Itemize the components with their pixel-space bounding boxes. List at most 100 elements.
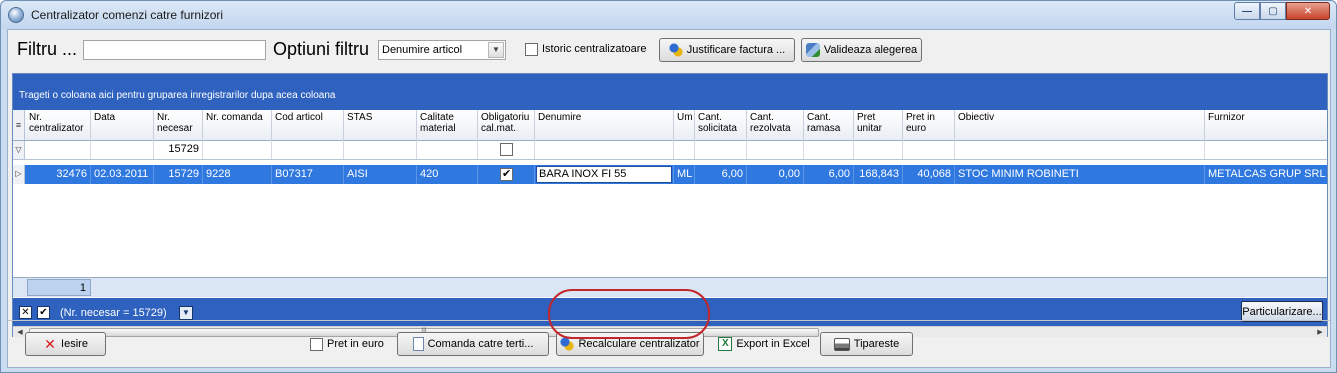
app-icon bbox=[8, 7, 24, 23]
print-label: Tipareste bbox=[853, 338, 900, 350]
filter-cell[interactable] bbox=[535, 141, 674, 159]
filter-cell[interactable] bbox=[1205, 141, 1327, 159]
filter-row-icon: ▽ bbox=[13, 141, 25, 159]
cell-stas[interactable]: AISI bbox=[344, 165, 417, 184]
history-label: Istoric centralizatoare bbox=[542, 43, 647, 55]
filter-cell[interactable] bbox=[203, 141, 272, 159]
cell-cant-ramasa[interactable]: 6,00 bbox=[804, 165, 854, 184]
cell-pret-euro[interactable]: 40,068 bbox=[903, 165, 955, 184]
cell-nr-necesar[interactable]: 15729 bbox=[154, 165, 203, 184]
export-excel-label: Export in Excel bbox=[736, 338, 810, 350]
col-pret-unitar[interactable]: Pret unitar bbox=[854, 110, 903, 141]
col-cant-solicitata[interactable]: Cant. solicitata bbox=[695, 110, 747, 141]
record-count: 1 bbox=[27, 279, 91, 296]
col-cant-ramasa[interactable]: Cant. ramasa bbox=[804, 110, 854, 141]
group-hint-text: Trageti o coloana aici pentru gruparea i… bbox=[19, 90, 336, 101]
filter-cell[interactable] bbox=[344, 141, 417, 159]
filter-cell[interactable] bbox=[747, 141, 804, 159]
cell-nr-centralizator[interactable]: 32476 bbox=[26, 165, 91, 184]
col-denumire[interactable]: Denumire bbox=[535, 110, 674, 141]
cell-obligatoriu[interactable] bbox=[478, 165, 535, 184]
cell-denumire[interactable]: BARA INOX FI 55 bbox=[535, 165, 674, 184]
euro-price-label: Pret in euro bbox=[327, 338, 384, 350]
exit-button[interactable]: ✕ Iesire bbox=[25, 332, 106, 356]
cell-cod-articol[interactable]: B07317 bbox=[272, 165, 344, 184]
col-nr-necesar[interactable]: Nr. necesar bbox=[154, 110, 203, 141]
close-button[interactable]: ✕ bbox=[1286, 2, 1330, 20]
cell-cant-solicitata[interactable]: 6,00 bbox=[695, 165, 747, 184]
validate-selection-button[interactable]: Valideaza alegerea bbox=[801, 38, 922, 62]
minimize-button[interactable]: — bbox=[1234, 2, 1260, 20]
active-filter-text[interactable]: (Nr. necesar = 15729) bbox=[60, 307, 167, 319]
col-obligatoriu[interactable]: Obligatoriu cal.mat. bbox=[478, 110, 535, 141]
export-excel-button[interactable]: X Export in Excel bbox=[714, 332, 814, 356]
col-cant-rezolvata[interactable]: Cant. rezolvata bbox=[747, 110, 804, 141]
cell-furnizor[interactable]: METALCAS GRUP SRL bbox=[1205, 165, 1327, 184]
cell-calitate-material[interactable]: 420 bbox=[417, 165, 478, 184]
filter-cell[interactable] bbox=[854, 141, 903, 159]
col-nr-centralizator[interactable]: Nr. centralizator bbox=[26, 110, 91, 141]
filter-cell[interactable] bbox=[674, 141, 695, 159]
filter-checkbox[interactable] bbox=[500, 143, 513, 156]
maximize-button[interactable]: ▢ bbox=[1260, 2, 1286, 20]
column-chooser-icon[interactable]: ≡ bbox=[13, 110, 25, 140]
cell-pret-unitar[interactable]: 168,843 bbox=[854, 165, 903, 184]
col-nr-comanda[interactable]: Nr. comanda bbox=[203, 110, 272, 141]
col-pret-euro[interactable]: Pret in euro bbox=[903, 110, 955, 141]
document-icon bbox=[412, 337, 424, 351]
exit-label: Iesire bbox=[61, 338, 88, 350]
filter-cell[interactable] bbox=[804, 141, 854, 159]
clear-filter-icon[interactable]: ✕ bbox=[19, 306, 32, 319]
group-by-panel[interactable]: Trageti o coloana aici pentru gruparea i… bbox=[13, 74, 1327, 110]
cell-nr-comanda[interactable]: 9228 bbox=[203, 165, 272, 184]
chevron-down-icon[interactable]: ▼ bbox=[488, 42, 504, 58]
denumire-editor[interactable]: BARA INOX FI 55 bbox=[536, 166, 672, 183]
filter-cell[interactable] bbox=[26, 141, 91, 159]
justify-invoice-button[interactable]: Justificare factura ... bbox=[659, 38, 795, 62]
filter-cell[interactable] bbox=[695, 141, 747, 159]
col-obiectiv[interactable]: Obiectiv bbox=[955, 110, 1205, 141]
history-checkbox[interactable] bbox=[525, 43, 538, 56]
title-bar[interactable]: Centralizator comenzi catre furnizori — … bbox=[1, 1, 1336, 29]
euro-price-checkbox[interactable] bbox=[310, 338, 323, 351]
table-row[interactable]: ▷ 32476 02.03.2011 15729 9228 B07317 AIS… bbox=[13, 165, 1327, 184]
recalculate-label: Recalculare centralizator bbox=[578, 338, 700, 350]
filter-options-select[interactable]: Denumire articol ▼ bbox=[378, 40, 506, 60]
filter-cell[interactable] bbox=[903, 141, 955, 159]
filter-bar: Filtru ... Optiuni filtru Denumire artic… bbox=[8, 30, 1330, 68]
col-cod-articol[interactable]: Cod articol bbox=[272, 110, 344, 141]
col-furnizor[interactable]: Furnizor bbox=[1205, 110, 1327, 141]
coins-icon bbox=[560, 337, 575, 351]
col-um[interactable]: Um bbox=[674, 110, 695, 141]
customize-button[interactable]: Particularizare... bbox=[1241, 301, 1323, 322]
validate-selection-label: Valideaza alegerea bbox=[823, 44, 918, 56]
excel-icon: X bbox=[718, 337, 733, 351]
print-button[interactable]: Tipareste bbox=[820, 332, 913, 356]
col-stas[interactable]: STAS bbox=[344, 110, 417, 141]
filter-cell[interactable] bbox=[272, 141, 344, 159]
filter-input[interactable] bbox=[83, 40, 266, 60]
filter-history-dropdown-icon[interactable]: ▼ bbox=[179, 306, 193, 320]
cell-um[interactable]: ML bbox=[674, 165, 695, 184]
filter-options-value: Denumire articol bbox=[382, 44, 463, 56]
enable-filter-checkbox[interactable]: ✔ bbox=[37, 306, 50, 319]
cell-data[interactable]: 02.03.2011 bbox=[91, 165, 154, 184]
grid-header: ≡ Nr. centralizator Data Nr. necesar Nr.… bbox=[13, 110, 1327, 141]
col-data[interactable]: Data bbox=[91, 110, 154, 141]
validate-icon bbox=[805, 43, 820, 57]
filter-cell-nr-necesar[interactable]: 15729 bbox=[154, 141, 203, 159]
filter-cell[interactable] bbox=[955, 141, 1205, 159]
printer-icon bbox=[833, 337, 850, 351]
close-x-icon: ✕ bbox=[44, 336, 56, 352]
filter-cell[interactable] bbox=[91, 141, 154, 159]
row-pointer-icon: ▷ bbox=[13, 165, 25, 184]
obligatoriu-checkbox[interactable] bbox=[500, 167, 513, 181]
third-party-order-label: Comanda catre terti... bbox=[427, 338, 534, 350]
cell-obiectiv[interactable]: STOC MINIM ROBINETI bbox=[955, 165, 1205, 184]
cell-cant-rezolvata[interactable]: 0,00 bbox=[747, 165, 804, 184]
filter-cell[interactable] bbox=[478, 141, 535, 159]
filter-cell[interactable] bbox=[417, 141, 478, 159]
third-party-order-button[interactable]: Comanda catre terti... bbox=[397, 332, 549, 356]
filter-options-label: Optiuni filtru bbox=[273, 39, 370, 59]
col-calitate-material[interactable]: Calitate material bbox=[417, 110, 478, 141]
